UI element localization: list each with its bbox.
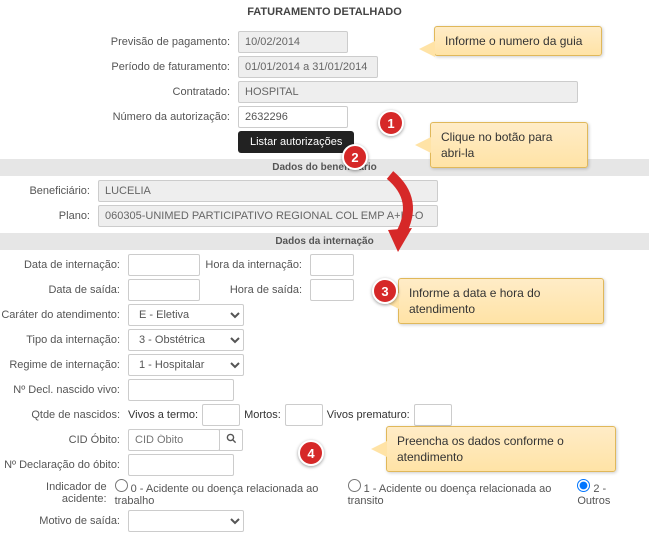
- tipo-internacao-label: Tipo da internação:: [0, 334, 128, 346]
- periodo-input: [238, 56, 378, 78]
- beneficiario-block: Beneficiário: Plano:: [0, 180, 649, 227]
- contratado-input: [238, 81, 578, 103]
- mortos-label: Mortos:: [244, 409, 281, 421]
- listar-autorizacoes-button[interactable]: Listar autorizações: [238, 131, 354, 153]
- step-circle-3: 3: [372, 278, 398, 304]
- vivos-prematuro-input[interactable]: [414, 404, 452, 426]
- radio-2[interactable]: [577, 479, 590, 492]
- page-title: FATURAMENTO DETALHADO: [0, 0, 649, 28]
- decl-obito-input[interactable]: [128, 454, 234, 476]
- qtde-nascidos-label: Qtde de nascidos:: [0, 409, 128, 421]
- carater-select[interactable]: E - Eletiva: [128, 304, 244, 326]
- hora-saida-input[interactable]: [310, 279, 354, 301]
- cid-search-button[interactable]: [219, 429, 243, 451]
- step-circle-1: 1: [378, 110, 404, 136]
- radio-2-label[interactable]: 2 - Outros: [577, 479, 635, 507]
- carater-label: Caráter do atendimento:: [0, 309, 128, 321]
- numauth-input[interactable]: [238, 106, 348, 128]
- data-saida-label: Data de saída:: [0, 284, 128, 296]
- radio-0[interactable]: [115, 479, 128, 492]
- beneficiario-label: Beneficiário:: [4, 185, 98, 197]
- data-saida-input[interactable]: [128, 279, 200, 301]
- regime-select[interactable]: 1 - Hospitalar: [128, 354, 244, 376]
- red-arrow-icon: [370, 170, 430, 260]
- vivos-prematuro-label: Vivos prematuro:: [327, 409, 410, 421]
- periodo-label: Período de faturamento:: [0, 61, 238, 73]
- radio-1-text: 1 - Acidente ou doença relacionada ao tr…: [348, 483, 552, 507]
- data-internacao-input[interactable]: [128, 254, 200, 276]
- vivos-termo-input[interactable]: [202, 404, 240, 426]
- previsao-input: [238, 31, 348, 53]
- hora-internacao-label: Hora da internação:: [200, 259, 310, 271]
- contratado-label: Contratado:: [0, 86, 238, 98]
- regime-label: Regime de internação:: [0, 359, 128, 371]
- callout-2: Clique no botão para abri-la: [430, 122, 588, 168]
- cid-obito-label: CID Óbito:: [0, 434, 128, 446]
- callout-1: Informe o numero da guia: [434, 26, 602, 56]
- radio-1[interactable]: [348, 479, 361, 492]
- numauth-label: Número da autorização:: [0, 111, 238, 123]
- radio-1-label[interactable]: 1 - Acidente ou doença relacionada ao tr…: [348, 479, 564, 507]
- plano-label: Plano:: [4, 210, 98, 222]
- cid-obito-input[interactable]: [128, 429, 220, 451]
- indicador-acidente-label: Indicador de acidente:: [0, 481, 115, 505]
- radio-0-text: 0 - Acidente ou doença relacionada ao tr…: [115, 483, 319, 507]
- radio-0-label[interactable]: 0 - Acidente ou doença relacionada ao tr…: [115, 479, 334, 507]
- decl-nascido-label: Nº Decl. nascido vivo:: [0, 384, 128, 396]
- previsao-label: Previsão de pagamento:: [0, 36, 238, 48]
- step-circle-4: 4: [298, 440, 324, 466]
- vivos-termo-label: Vivos a termo:: [128, 409, 198, 421]
- callout-3: Informe a data e hora do atendimento: [398, 278, 604, 324]
- hora-saida-label: Hora de saída:: [200, 284, 310, 296]
- motivo-saida-label: Motivo de saída:: [0, 515, 128, 527]
- decl-obito-label: Nº Declaração do óbito:: [0, 459, 128, 471]
- step-circle-2: 2: [342, 144, 368, 170]
- search-icon: [226, 433, 237, 447]
- motivo-saida-select[interactable]: [128, 510, 244, 532]
- hora-internacao-input[interactable]: [310, 254, 354, 276]
- mortos-input[interactable]: [285, 404, 323, 426]
- callout-4: Preencha os dados conforme o atendimento: [386, 426, 616, 472]
- tipo-internacao-select[interactable]: 3 - Obstétrica: [128, 329, 244, 351]
- data-internacao-label: Data de internação:: [0, 259, 128, 271]
- decl-nascido-input[interactable]: [128, 379, 234, 401]
- section-internacao-bar: Dados da internação: [0, 233, 649, 250]
